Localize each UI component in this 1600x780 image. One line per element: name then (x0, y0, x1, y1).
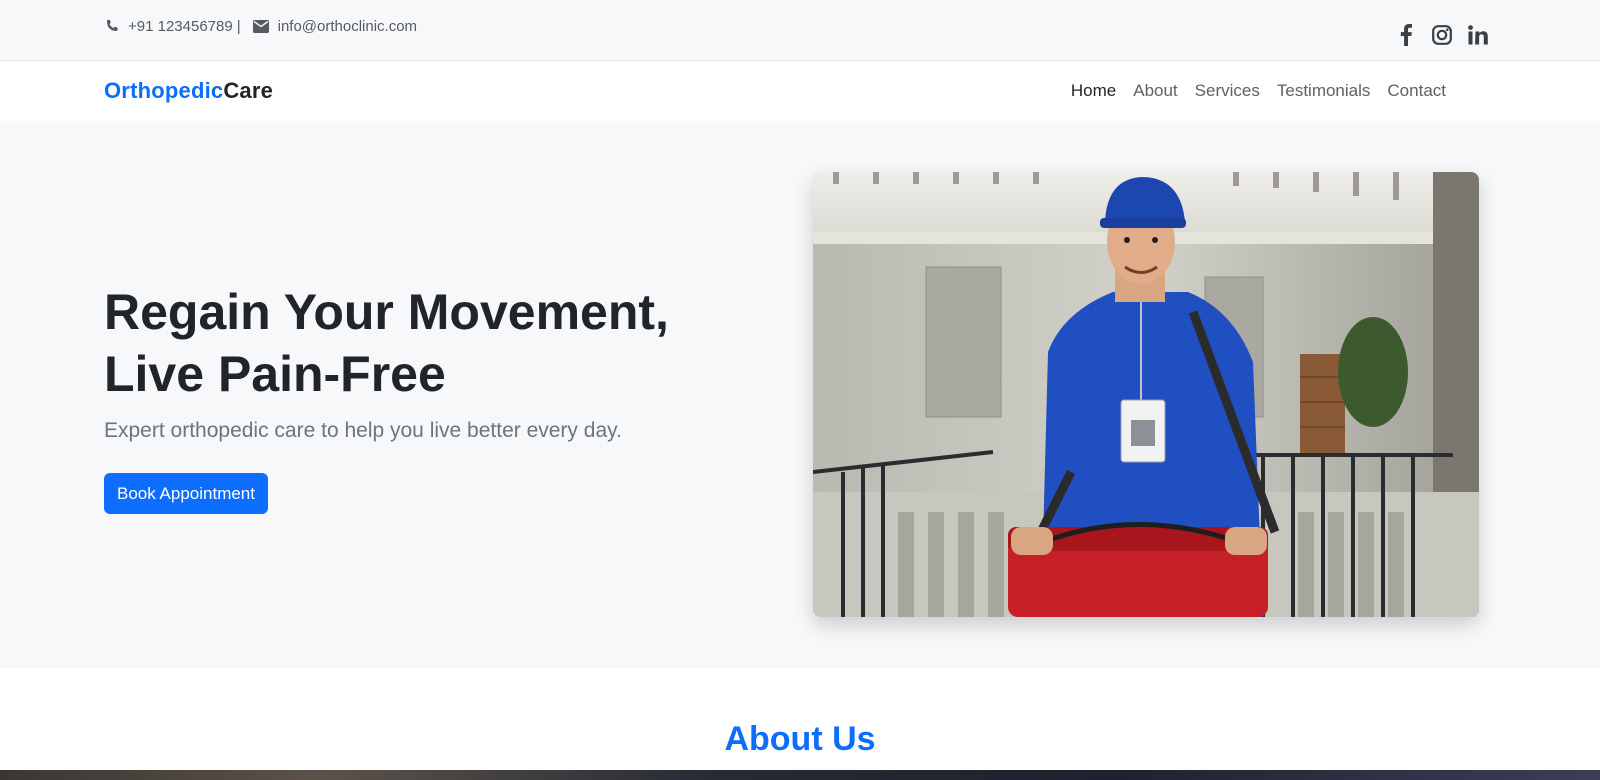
contact-info: +91 123456789 | info@orthoclinic.com (104, 18, 417, 35)
email-contact[interactable]: info@orthoclinic.com (252, 18, 418, 35)
top-bar: +91 123456789 | info@orthoclinic.com (0, 0, 1600, 61)
nav-link-services[interactable]: Services (1195, 81, 1260, 101)
hero-title-line2: Live Pain-Free (104, 346, 446, 402)
phone-icon (107, 19, 118, 31)
nav-link-home[interactable]: Home (1071, 81, 1116, 101)
nav-link-about[interactable]: About (1133, 81, 1177, 101)
facebook-icon[interactable] (1395, 23, 1417, 47)
brand-name-part2: Care (223, 78, 274, 103)
brand-name-part1: Orthopedic (104, 78, 224, 103)
hero-section: Regain Your Movement, Live Pain-Free Exp… (0, 121, 1600, 668)
book-appointment-button[interactable]: Book Appointment (104, 473, 268, 514)
main-navbar: OrthopedicCare Home About Services Testi… (0, 61, 1600, 121)
phone-number: +91 123456789 (128, 18, 233, 35)
contact-separator: | (236, 18, 241, 35)
instagram-icon[interactable] (1431, 23, 1453, 47)
hero-subtitle: Expert orthopedic care to help you live … (104, 419, 622, 442)
social-links (1395, 23, 1503, 47)
nav-link-testimonials[interactable]: Testimonials (1277, 81, 1371, 101)
about-image-strip (0, 770, 1600, 780)
about-section: About Us (0, 668, 1600, 780)
envelope-icon (252, 20, 269, 33)
hero-title-line1: Regain Your Movement, (104, 284, 669, 340)
linkedin-icon[interactable] (1467, 23, 1489, 47)
about-title: About Us (724, 720, 876, 758)
brand-logo[interactable]: OrthopedicCare (104, 78, 273, 104)
nav-menu: Home About Services Testimonials Contact (1054, 81, 1446, 101)
phone-contact[interactable]: +91 123456789 | (104, 18, 253, 35)
hero-title: Regain Your Movement, Live Pain-Free (104, 281, 744, 405)
email-address: info@orthoclinic.com (277, 18, 418, 35)
hero-image (813, 172, 1479, 617)
nav-link-contact[interactable]: Contact (1387, 81, 1446, 101)
